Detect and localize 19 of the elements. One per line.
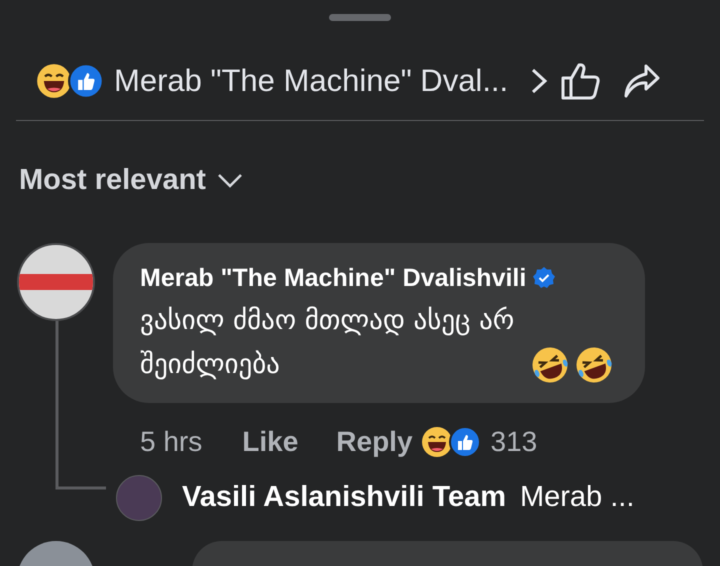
chevron-down-icon[interactable]: [216, 172, 244, 190]
laughing-emoji-icon: [574, 345, 614, 385]
laughing-emoji-icon: [530, 345, 570, 385]
like-reaction-icon: [448, 426, 481, 458]
drag-handle[interactable]: [329, 14, 391, 21]
comment-text: ვასილ ძმაო მთლად ასეც არ შეიძლიება: [140, 304, 516, 382]
comment-author[interactable]: Merab "The Machine" Dvalishvili: [140, 260, 526, 297]
reaction-count: 313: [490, 425, 538, 459]
reply-preview: Merab ...: [520, 480, 634, 516]
like-reaction-icon: [68, 63, 104, 99]
like-link[interactable]: Like: [242, 421, 298, 463]
reply-author[interactable]: Vasili Aslanishvili Team: [182, 476, 506, 520]
sort-label[interactable]: Most relevant: [19, 159, 206, 202]
haha-reaction-icon: [420, 426, 453, 458]
comment-time: 5 hrs: [140, 425, 202, 459]
haha-reaction-icon: [36, 63, 72, 99]
post-title: Merab "The Machine" Dval...: [114, 62, 508, 100]
reply-link[interactable]: Reply: [336, 421, 413, 463]
thumbs-up-icon[interactable]: [560, 61, 602, 101]
